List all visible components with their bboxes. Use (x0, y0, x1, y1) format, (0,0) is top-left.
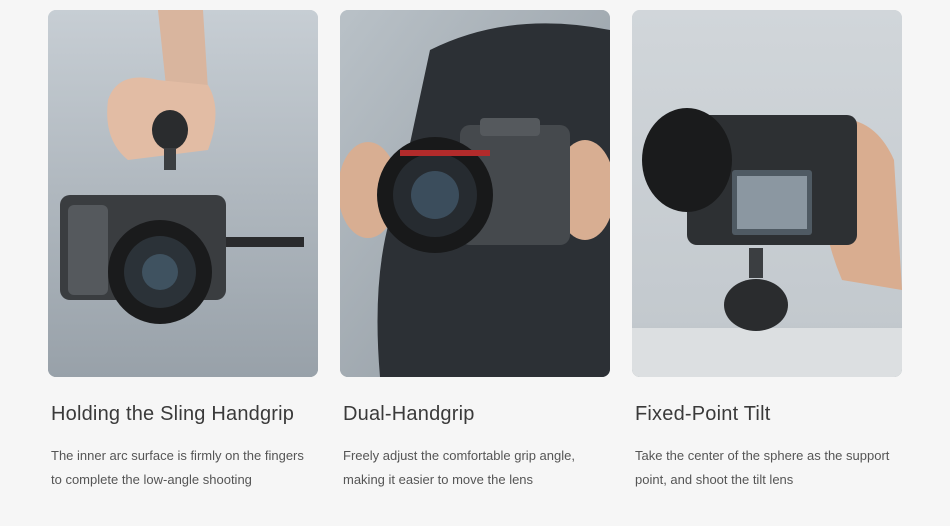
feature-description-line: point, and shoot the tilt lens (635, 472, 794, 487)
camera-cage-dual-handgrip-photo (340, 10, 610, 377)
feature-title: Holding the Sling Handgrip (51, 403, 295, 425)
feature-card-fixed-point-tilt: Fixed-Point Tilt Take the center of the … (632, 10, 902, 492)
feature-description-line: to complete the low-angle shooting (51, 472, 252, 487)
feature-description: The inner arc surface is firmly on the f… (51, 444, 326, 492)
feature-description-line: Take the center of the sphere as the sup… (635, 448, 890, 463)
feature-description-line: The inner arc surface is firmly on the f… (51, 448, 304, 463)
feature-description: Freely adjust the comfortable grip angle… (343, 444, 618, 492)
feature-description-line: Freely adjust the comfortable grip angle… (343, 448, 575, 463)
feature-title: Dual-Handgrip (343, 403, 475, 425)
feature-title: Fixed-Point Tilt (635, 403, 771, 425)
camera-cage-sling-handgrip-photo (48, 10, 318, 377)
feature-card-sling-handgrip: Holding the Sling Handgrip The inner arc… (48, 10, 318, 492)
feature-description: Take the center of the sphere as the sup… (635, 444, 910, 492)
camera-cage-tilt-photo (632, 10, 902, 377)
feature-card-dual-handgrip: Dual-Handgrip Freely adjust the comforta… (340, 10, 610, 492)
feature-description-line: making it easier to move the lens (343, 472, 534, 487)
